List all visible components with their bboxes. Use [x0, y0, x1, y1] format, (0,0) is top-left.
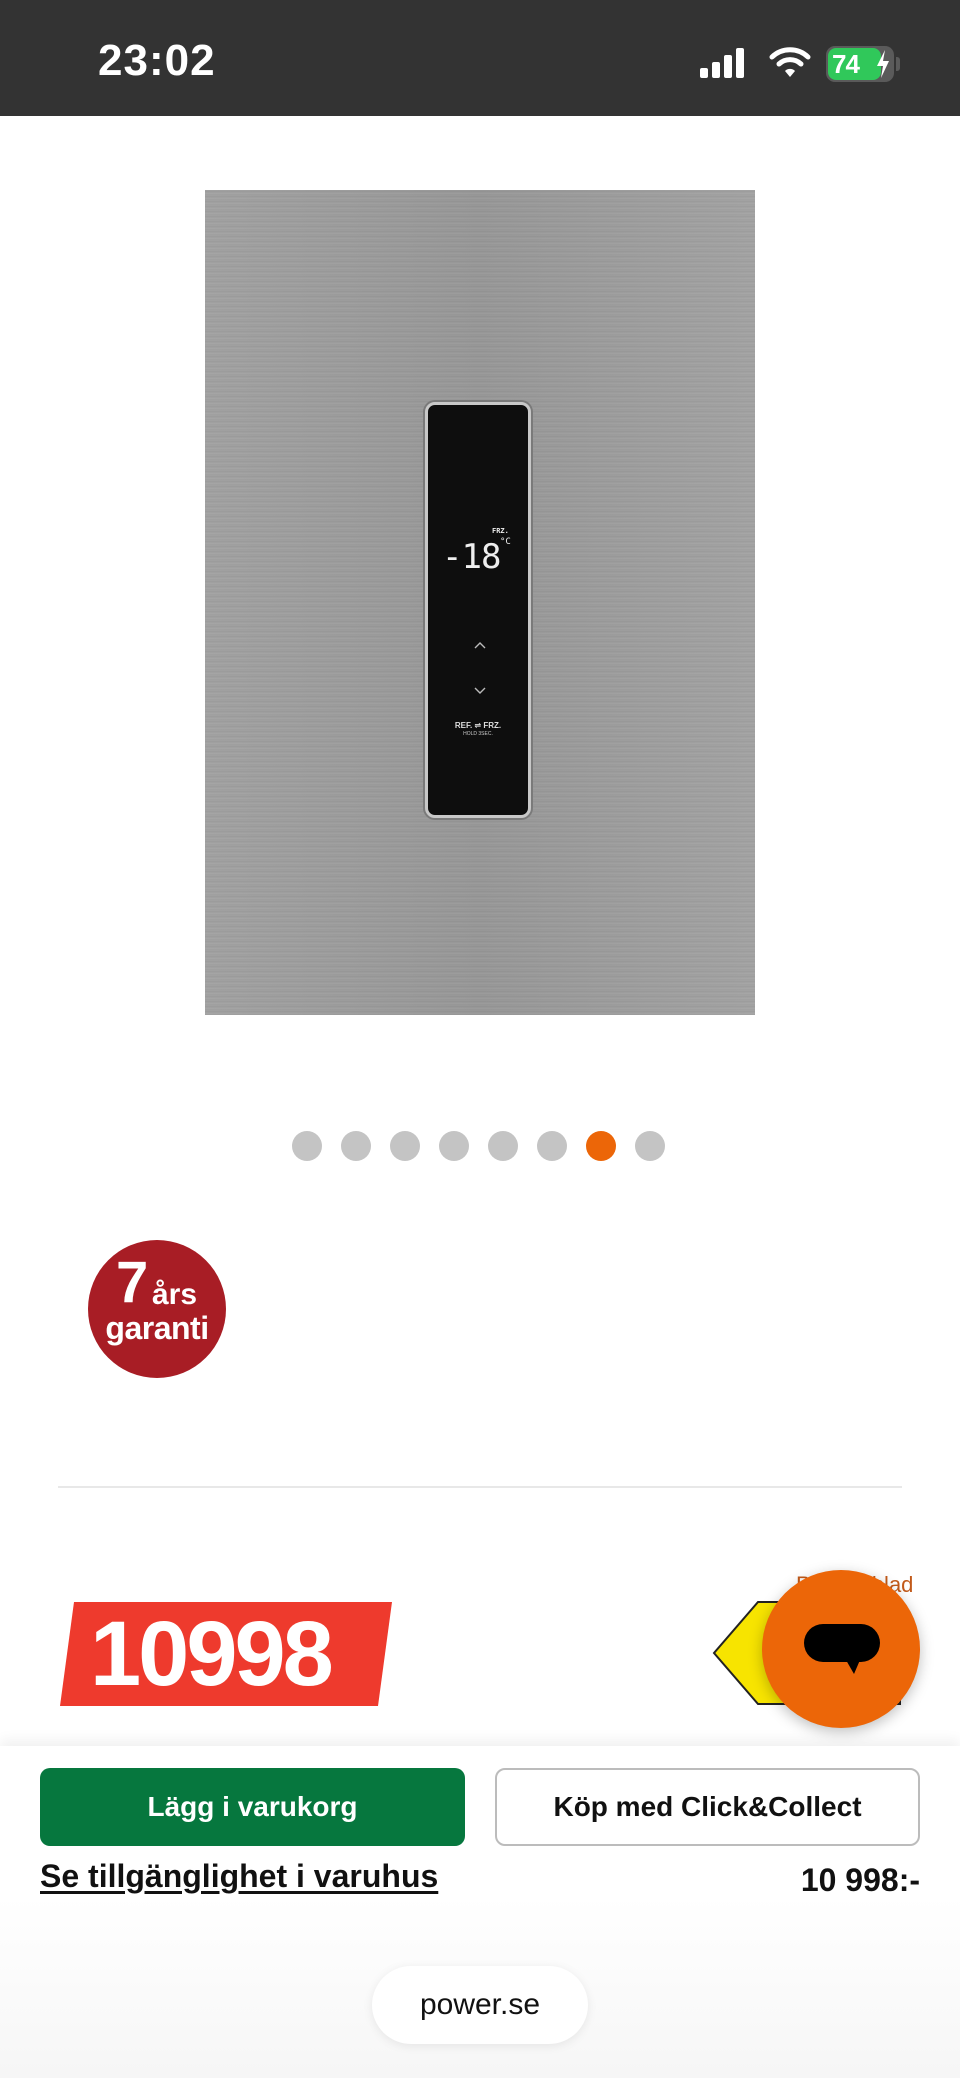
status-time: 23:02 — [98, 36, 216, 85]
warranty-label: garanti — [105, 1310, 209, 1346]
warranty-suffix: års — [152, 1278, 198, 1311]
product-image[interactable]: FRZ. -18 °C REF. ⇌ FRZ. HOLD 3SEC. — [205, 190, 755, 1015]
display-mode: FRZ. — [492, 527, 509, 535]
gallery-dot[interactable] — [537, 1131, 567, 1161]
chat-button[interactable] — [762, 1570, 920, 1728]
chat-bubble-icon — [804, 1624, 880, 1674]
gallery-dot[interactable] — [488, 1131, 518, 1161]
display-hold: HOLD 3SEC. — [463, 731, 493, 737]
warranty-years: 7 — [116, 1250, 149, 1315]
price-tag: 10998 — [60, 1602, 392, 1706]
click-collect-button[interactable]: Köp med Click&Collect — [495, 1768, 920, 1846]
price-summary: 10 998:- — [800, 1862, 920, 1898]
display-unit: °C — [500, 537, 511, 547]
battery-cap — [896, 57, 900, 71]
divider — [58, 1486, 902, 1488]
gallery-dot[interactable] — [292, 1131, 322, 1161]
battery-charging-icon: 74 — [826, 46, 894, 82]
gallery-dot-active[interactable] — [586, 1131, 616, 1161]
url-bar[interactable]: power.se — [372, 1966, 588, 2044]
gallery-pagination — [292, 1131, 665, 1161]
gallery-dot[interactable] — [439, 1131, 469, 1161]
action-bar: Lägg i varukorg Köp med Click&Collect Se… — [0, 1746, 960, 1898]
price-value: 10998 — [90, 1603, 331, 1705]
display-ref-frz: REF. ⇌ FRZ. — [454, 721, 502, 730]
chevron-up-icon — [474, 642, 486, 649]
add-to-cart-button[interactable]: Lägg i varukorg — [40, 1768, 465, 1846]
chevron-down-icon — [474, 687, 486, 694]
gallery-dot[interactable] — [635, 1131, 665, 1161]
warranty-badge: 7 års garanti — [88, 1240, 226, 1378]
wifi-icon — [769, 47, 811, 77]
battery-percent: 74 — [832, 49, 860, 79]
control-display-panel: FRZ. -18 °C REF. ⇌ FRZ. HOLD 3SEC. — [425, 402, 531, 818]
gallery-dot[interactable] — [390, 1131, 420, 1161]
display-temperature: -18 — [442, 537, 501, 577]
store-availability-link[interactable]: Se tillgänglighet i varuhus — [40, 1858, 438, 1895]
signal-icon — [700, 48, 744, 78]
status-bar: 23:02 74 — [0, 0, 960, 116]
gallery-dot[interactable] — [341, 1131, 371, 1161]
bolt-icon — [877, 50, 889, 78]
